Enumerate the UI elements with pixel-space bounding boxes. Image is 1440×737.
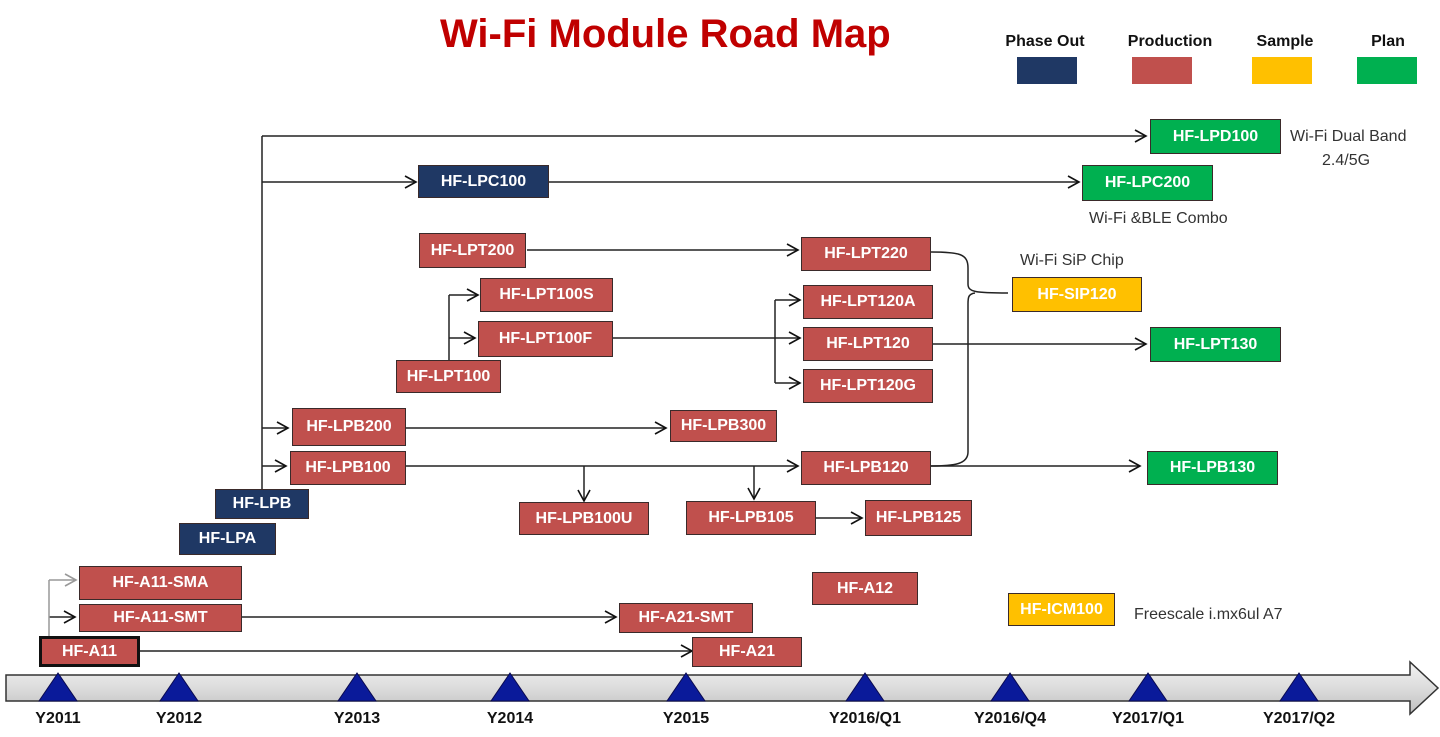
timeline-label: Y2015 [662,710,710,727]
module-hf-a12[interactable]: HF-A12 [812,572,918,605]
module-hf-lpt120[interactable]: HF-LPT120 [803,327,933,361]
timeline-label: Y2012 [155,710,203,727]
module-hf-a21-smt[interactable]: HF-A21-SMT [619,603,753,633]
module-hf-lpb105[interactable]: HF-LPB105 [686,501,816,535]
timeline-label: Y2011 [35,710,81,727]
module-hf-lpt100[interactable]: HF-LPT100 [396,360,501,393]
module-hf-lpt130[interactable]: HF-LPT130 [1150,327,1281,362]
module-hf-lpb300[interactable]: HF-LPB300 [670,410,777,442]
module-hf-lpb100[interactable]: HF-LPB100 [290,451,406,485]
module-hf-lpt200[interactable]: HF-LPT200 [419,233,526,268]
timeline-bar [5,660,1440,716]
module-hf-icm100[interactable]: HF-ICM100 [1008,593,1115,626]
module-hf-a21[interactable]: HF-A21 [692,637,802,667]
timeline-label: Y2014 [486,710,534,727]
note-sip120-desc: Wi-Fi SiP Chip [1020,252,1124,269]
module-hf-lpb200[interactable]: HF-LPB200 [292,408,406,446]
timeline-label: Y2017/Q2 [1262,710,1336,727]
connector-brace-sip120 [929,251,1009,467]
module-hf-lpb130[interactable]: HF-LPB130 [1147,451,1278,485]
module-hf-lpb100u[interactable]: HF-LPB100U [519,502,649,535]
module-hf-lpa[interactable]: HF-LPA [179,523,276,555]
module-hf-lpc200[interactable]: HF-LPC200 [1082,165,1213,201]
module-hf-a11[interactable]: HF-A11 [39,636,140,667]
timeline-label: Y2016/Q4 [973,710,1047,727]
module-hf-lpb125[interactable]: HF-LPB125 [865,500,972,536]
note-lpc200-desc: Wi-Fi &BLE Combo [1089,210,1228,227]
note-lpd100-band: 2.4/5G [1322,152,1371,169]
note-lpd100-desc: Wi-Fi Dual Band [1290,128,1407,145]
module-hf-lpt120g[interactable]: HF-LPT120G [803,369,933,403]
timeline-label: Y2013 [333,710,381,727]
timeline-label: Y2016/Q1 [828,710,902,727]
module-hf-lpb[interactable]: HF-LPB [215,489,309,519]
module-hf-lpt100f[interactable]: HF-LPT100F [478,321,613,357]
module-hf-lpc100[interactable]: HF-LPC100 [418,165,549,198]
module-hf-lpt120a[interactable]: HF-LPT120A [803,285,933,319]
note-icm100-desc: Freescale i.mx6ul A7 [1134,606,1283,623]
module-hf-a11-sma[interactable]: HF-A11-SMA [79,566,242,600]
module-hf-sip120[interactable]: HF-SIP120 [1012,277,1142,312]
module-hf-lpt100s[interactable]: HF-LPT100S [480,278,613,312]
module-hf-lpt220[interactable]: HF-LPT220 [801,237,931,271]
timeline-label: Y2017/Q1 [1111,710,1185,727]
module-hf-a11-smt[interactable]: HF-A11-SMT [79,604,242,632]
module-hf-lpb120[interactable]: HF-LPB120 [801,451,931,485]
module-hf-lpd100[interactable]: HF-LPD100 [1150,119,1281,154]
